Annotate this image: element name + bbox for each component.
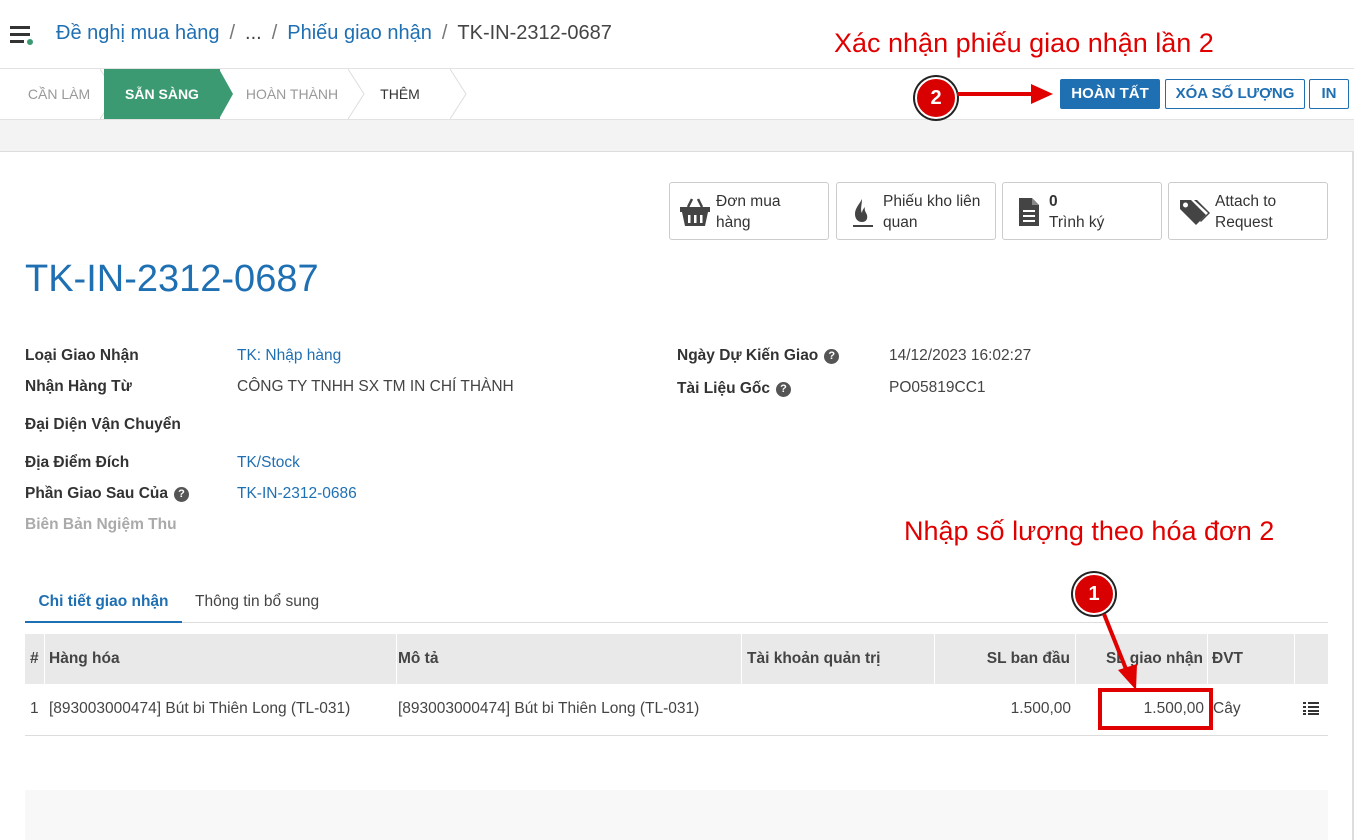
partner-label: Nhận Hàng Từ <box>25 378 132 395</box>
col-uom[interactable]: ĐVT <box>1208 634 1295 684</box>
basket-icon <box>680 198 710 226</box>
approvals-text: Trình ký <box>1049 214 1105 231</box>
row-product[interactable]: [893003000474] Bút bi Thiên Long (TL-031… <box>49 684 350 736</box>
row-initial-qty: 1.500,00 <box>1010 700 1071 717</box>
row-index: 1 <box>30 700 39 717</box>
annotation-highlight-box <box>1098 688 1213 730</box>
breadcrumb-separator: / <box>441 22 448 44</box>
backorder-value[interactable]: TK-IN-2312-0686 <box>237 485 357 503</box>
col-analytic-account[interactable]: Tài khoản quản trị <box>742 634 935 684</box>
annotation-arrow-2-icon <box>957 84 1053 104</box>
breadcrumb-separator: / <box>229 22 236 44</box>
complete-button[interactable]: HOÀN TẤT <box>1060 79 1160 109</box>
col-done-qty[interactable]: SL giao nhận <box>1076 634 1208 684</box>
related-stock-smart-button[interactable]: Phiếu kho liên quan <box>836 182 996 240</box>
clear-quantity-button[interactable]: XÓA SỐ LƯỢNG <box>1165 79 1305 109</box>
purchase-order-smart-button[interactable]: Đơn mua hàng <box>669 182 829 240</box>
col-description[interactable]: Mô tả <box>397 634 742 684</box>
col-initial-qty[interactable]: SL ban đầu <box>935 634 1076 684</box>
stage-more[interactable]: THÊM <box>364 69 436 119</box>
scheduled-date-value: 14/12/2023 16:02:27 <box>889 347 1032 364</box>
stage-divider <box>450 69 467 119</box>
approvals-count: 0 <box>1049 193 1058 210</box>
partner-value: CÔNG TY TNHH SX TM IN CHÍ THÀNH <box>237 378 514 395</box>
scheduled-date-label: Ngày Dự Kiến Giao? <box>677 347 840 365</box>
status-bar: CẦN LÀM SẴN SÀNG HOÀN THÀNH THÊM HOÀN TẤ… <box>0 68 1354 120</box>
annotation-confirm-note: Xác nhận phiếu giao nhận lần 2 <box>834 28 1214 58</box>
menu-toggle-icon[interactable] <box>10 24 34 46</box>
detailed-operations-list-icon[interactable] <box>1303 701 1319 715</box>
help-icon[interactable]: ? <box>824 349 840 364</box>
destination-label: Địa Điểm Đích <box>25 454 130 471</box>
breadcrumb-purchase-request[interactable]: Đề nghị mua hàng <box>56 22 219 44</box>
breadcrumb-separator: / <box>271 22 278 44</box>
tab-additional-info[interactable]: Thông tin bổ sung <box>195 580 319 623</box>
attach-request-label: Attach to Request <box>1215 193 1277 231</box>
approvals-label: 0 Trình ký <box>1049 191 1104 233</box>
col-options <box>1295 634 1328 684</box>
document-icon <box>1019 198 1039 226</box>
help-icon[interactable]: ? <box>173 487 189 502</box>
annotation-enter-qty-note: Nhập số lượng theo hóa đơn 2 <box>904 516 1275 546</box>
breadcrumb-current: TK-IN-2312-0687 <box>457 22 612 44</box>
row-uom[interactable]: Cây <box>1213 684 1241 736</box>
approvals-smart-button[interactable]: 0 Trình ký <box>1002 182 1162 240</box>
origin-label-text: Tài Liệu Gốc <box>677 380 771 397</box>
operation-type-label: Loại Giao Nhận <box>25 347 139 364</box>
annotation-arrow-1-icon <box>1102 613 1137 690</box>
breadcrumb-ellipsis[interactable]: ... <box>245 22 262 44</box>
stage-ready[interactable]: SẴN SÀNG <box>104 69 220 119</box>
row-description[interactable]: [893003000474] Bút bi Thiên Long (TL-031… <box>398 684 699 736</box>
breadcrumb: Đề nghị mua hàng /... / Phiếu giao nhận / TK-… <box>56 22 612 45</box>
acceptance-label: Biên Bản Ngiệm Thu <box>25 516 177 533</box>
form-toolbar-strip <box>0 120 1354 152</box>
destination-value[interactable]: TK/Stock <box>237 454 300 472</box>
origin-value: PO05819CC1 <box>889 379 986 396</box>
stage-done[interactable]: HOÀN THÀNH <box>232 69 352 119</box>
col-product[interactable]: Hàng hóa <box>45 634 397 684</box>
tab-operations[interactable]: Chi tiết giao nhận <box>25 580 182 623</box>
row-analytic-account[interactable] <box>747 684 927 736</box>
backorder-label: Phần Giao Sau Của? <box>25 485 189 503</box>
print-button[interactable]: IN <box>1309 79 1349 109</box>
backorder-label-text: Phần Giao Sau Của <box>25 485 168 502</box>
help-icon[interactable]: ? <box>776 382 792 397</box>
tags-icon <box>1180 200 1210 225</box>
annotation-badge-1: 1 <box>1073 573 1115 615</box>
chatter-area <box>25 790 1328 840</box>
breadcrumb-transfers[interactable]: Phiếu giao nhận <box>287 22 432 44</box>
col-index: # <box>25 634 45 684</box>
annotation-badge-2: 2 <box>915 77 957 119</box>
attach-request-smart-button[interactable]: Attach to Request <box>1168 182 1328 240</box>
origin-label: Tài Liệu Gốc? <box>677 380 792 398</box>
related-stock-label: Phiếu kho liên quan <box>883 193 981 231</box>
carrier-label: Đại Diện Vận Chuyển <box>25 416 181 433</box>
record-title: TK-IN-2312-0687 <box>25 258 319 300</box>
scheduled-date-label-text: Ngày Dự Kiến Giao <box>677 347 819 364</box>
fire-icon <box>853 199 873 227</box>
purchase-order-label: Đơn mua hàng <box>716 193 781 231</box>
operation-type-value[interactable]: TK: Nhập hàng <box>237 347 341 365</box>
